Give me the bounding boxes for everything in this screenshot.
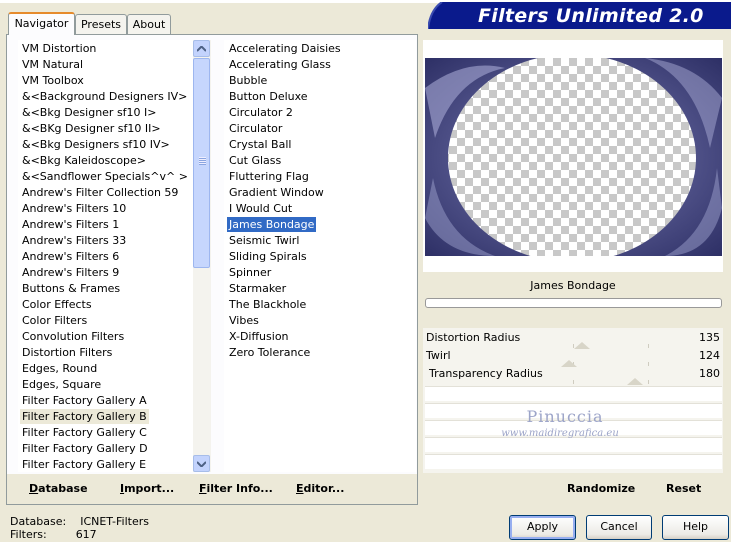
filter-item[interactable]: Button Deluxe bbox=[227, 89, 310, 104]
preview-graphic bbox=[425, 58, 722, 256]
category-item[interactable]: Andrew's Filters 33 bbox=[20, 233, 128, 248]
category-item[interactable]: VM Distortion bbox=[20, 41, 98, 56]
preview-image bbox=[425, 58, 722, 256]
filter-item[interactable]: Crystal Ball bbox=[227, 137, 293, 152]
category-item[interactable]: Convolution Filters bbox=[20, 329, 126, 344]
slider-value: 124 bbox=[699, 349, 720, 362]
category-item[interactable]: Filter Factory Gallery E bbox=[20, 457, 148, 472]
tab-navigator[interactable]: Navigator bbox=[8, 12, 75, 35]
selected-filter-name: James Bondage bbox=[423, 273, 723, 299]
category-item[interactable]: Filter Factory Gallery D bbox=[20, 441, 150, 456]
category-item[interactable]: Andrew's Filter Collection 59 bbox=[20, 185, 180, 200]
category-list[interactable]: VM Distortion VM Natural VM Toolbox &<Backg… bbox=[18, 40, 193, 472]
category-item[interactable]: Color Effects bbox=[20, 297, 94, 312]
slider-label: Twirl bbox=[426, 349, 451, 362]
filter-item[interactable]: Accelerating Glass bbox=[227, 57, 333, 72]
slider-label: Transparency Radius bbox=[429, 367, 543, 380]
category-item[interactable]: Distortion Filters bbox=[20, 345, 114, 360]
category-item[interactable]: VM Toolbox bbox=[20, 73, 86, 88]
filter-item[interactable]: Circulator bbox=[227, 121, 284, 136]
apply-button[interactable]: Apply bbox=[509, 515, 576, 540]
empty-control-row bbox=[425, 437, 722, 452]
category-item[interactable]: Filter Factory Gallery C bbox=[20, 425, 149, 440]
filter-item[interactable]: Sliding Spirals bbox=[227, 249, 309, 264]
category-item[interactable]: Andrew's Filters 1 bbox=[20, 217, 121, 232]
randomize-button[interactable]: Randomize bbox=[567, 482, 635, 495]
database-value: ICNET-Filters bbox=[80, 515, 149, 528]
slider-row[interactable]: Twirl 124 bbox=[423, 348, 723, 367]
slider-row[interactable]: Transparency Radius 180 bbox=[423, 366, 723, 385]
category-item[interactable]: &<Bkg Kaleidoscope> bbox=[20, 153, 148, 168]
category-item[interactable]: &<Bkg Designer sf10 I> bbox=[20, 105, 159, 120]
category-item[interactable]: &<BKg Designer sf10 II> bbox=[20, 121, 163, 136]
category-item[interactable]: Filter Factory Gallery A bbox=[20, 393, 149, 408]
category-scrollbar[interactable] bbox=[193, 40, 211, 472]
slider-value: 135 bbox=[699, 331, 720, 344]
tab-presets[interactable]: Presets bbox=[75, 14, 127, 34]
category-item[interactable]: Andrew's Filters 10 bbox=[20, 201, 128, 216]
category-item[interactable]: Andrew's Filters 6 bbox=[20, 249, 121, 264]
app-title: Filters Unlimited 2.0 bbox=[478, 5, 704, 27]
category-item[interactable]: &<Sandflower Specials^v^ > bbox=[20, 169, 190, 184]
help-button[interactable]: Help bbox=[662, 515, 729, 540]
category-item[interactable]: VM Natural bbox=[20, 57, 85, 72]
filter-item[interactable]: Fluttering Flag bbox=[227, 169, 311, 184]
filter-item[interactable]: Bubble bbox=[227, 73, 269, 88]
chevron-up-icon bbox=[197, 45, 206, 52]
reset-button[interactable]: Reset bbox=[666, 482, 701, 495]
chevron-down-icon bbox=[197, 460, 206, 467]
category-item[interactable]: Edges, Round bbox=[20, 361, 99, 376]
empty-control-row bbox=[425, 454, 722, 469]
cancel-button[interactable]: Cancel bbox=[586, 515, 652, 540]
status-info: Database: ICNET-Filters Filters: 617 bbox=[10, 515, 149, 541]
filter-item[interactable]: Accelerating Daisies bbox=[227, 41, 343, 56]
filter-item[interactable]: Spinner bbox=[227, 265, 273, 280]
slider-value: 180 bbox=[699, 367, 720, 380]
category-item[interactable]: Buttons & Frames bbox=[20, 281, 122, 296]
filter-item[interactable]: Gradient Window bbox=[227, 185, 326, 200]
watermark-name: Pinuccia bbox=[526, 407, 604, 426]
import-button[interactable]: Import... bbox=[120, 482, 174, 495]
filters-label: Filters: bbox=[10, 528, 47, 541]
slider-knob[interactable] bbox=[627, 378, 643, 385]
filter-item[interactable]: X-Diffusion bbox=[227, 329, 291, 344]
filter-info-button[interactable]: Filter Info... bbox=[199, 482, 273, 495]
database-button[interactable]: Database bbox=[29, 482, 88, 495]
category-item[interactable]: Andrew's Filters 9 bbox=[20, 265, 121, 280]
scroll-up-button[interactable] bbox=[193, 40, 210, 57]
filter-item[interactable]: Seismic Twirl bbox=[227, 233, 301, 248]
editor-button[interactable]: Editor... bbox=[296, 482, 344, 495]
scroll-down-button[interactable] bbox=[193, 455, 210, 472]
filter-item[interactable]: Vibes bbox=[227, 313, 261, 328]
filter-item[interactable]: Circulator 2 bbox=[227, 105, 295, 120]
progress-bar bbox=[425, 298, 722, 308]
slider-label: Distortion Radius bbox=[426, 331, 521, 344]
category-item[interactable]: &<Background Designers IV> bbox=[20, 89, 189, 104]
scroll-thumb[interactable] bbox=[193, 58, 210, 268]
slider-row[interactable]: Distortion Radius 135 bbox=[423, 330, 723, 349]
database-label: Database: bbox=[10, 515, 67, 528]
filter-list[interactable]: Accelerating Daisies Accelerating Glass Bu… bbox=[224, 40, 416, 472]
watermark-site: www.maidiregrafica.eu bbox=[501, 428, 619, 439]
slider-tick bbox=[573, 380, 574, 384]
tab-about[interactable]: About bbox=[127, 14, 171, 34]
category-item[interactable]: Color Filters bbox=[20, 313, 89, 328]
grip-icon bbox=[199, 157, 206, 165]
filter-item[interactable]: The Blackhole bbox=[227, 297, 308, 312]
empty-control-row bbox=[425, 386, 722, 401]
slider-tick bbox=[648, 380, 649, 384]
filter-item[interactable]: Cut Glass bbox=[227, 153, 283, 168]
filter-item[interactable]: I Would Cut bbox=[227, 201, 294, 216]
filter-item[interactable]: Zero Tolerance bbox=[227, 345, 312, 360]
slider-group: Distortion Radius 135 Twirl 124 Transparency… bbox=[423, 330, 723, 390]
category-item[interactable]: Filter Factory Gallery B bbox=[20, 409, 149, 424]
filter-item[interactable]: Starmaker bbox=[227, 281, 288, 296]
category-item[interactable]: &<Bkg Designers sf10 IV> bbox=[20, 137, 172, 152]
category-item[interactable]: Edges, Square bbox=[20, 377, 103, 392]
filters-count: 617 bbox=[75, 528, 97, 541]
filter-item[interactable]: James Bondage bbox=[227, 217, 317, 232]
